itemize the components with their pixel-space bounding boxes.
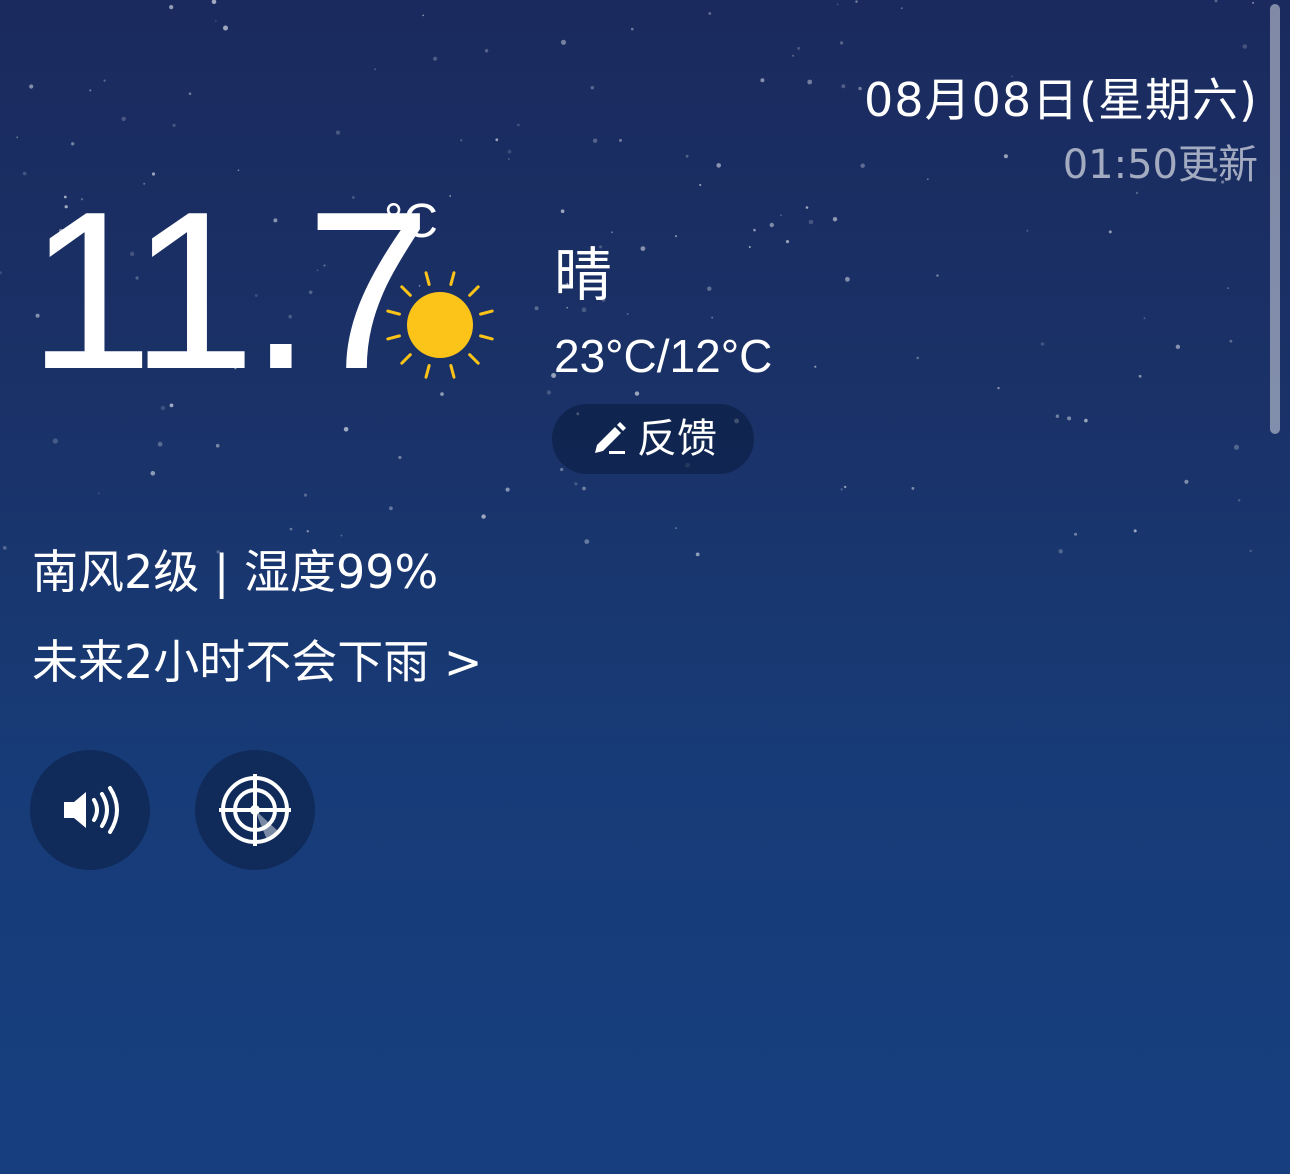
sun-icon — [386, 271, 494, 379]
update-time-text: 01:50更新 — [1062, 142, 1258, 188]
temperature-range: 23°C/12°C — [554, 330, 773, 382]
rain-forecast-link[interactable]: 未来2小时不会下雨 > — [32, 630, 482, 694]
speaker-icon — [64, 786, 119, 834]
wind-humidity-text: 南风2级 | 湿度99% — [32, 545, 439, 599]
temperature-unit: °C — [384, 195, 438, 248]
radar-button[interactable] — [195, 750, 315, 870]
feedback-label: 反馈 — [637, 416, 717, 462]
weather-condition: 晴 — [554, 241, 613, 309]
radar-icon — [219, 774, 291, 846]
date-block: 08月08日(星期六) 01:50更新 — [864, 70, 1258, 192]
voice-broadcast-button[interactable] — [30, 750, 150, 870]
feedback-button[interactable]: 反馈 — [552, 404, 754, 474]
pencil-icon — [595, 422, 626, 454]
date-text: 08月08日(星期六) — [864, 73, 1258, 127]
current-temperature: 11.7 — [28, 164, 431, 416]
scrollbar[interactable] — [1270, 4, 1280, 434]
